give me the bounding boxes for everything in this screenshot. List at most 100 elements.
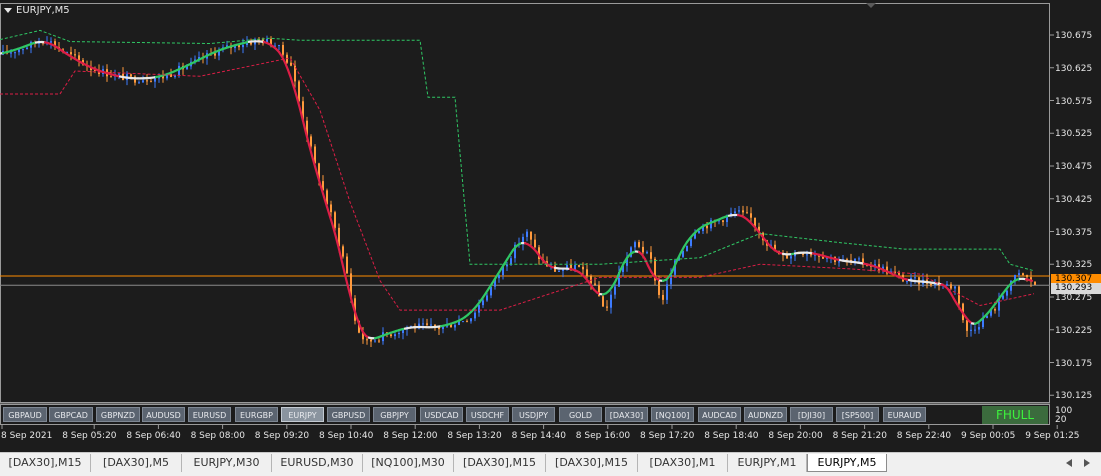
symbol-button-gbpjpy[interactable]: GBPJPY [373, 407, 416, 422]
price-chart[interactable] [0, 0, 1101, 452]
candle-body [342, 246, 344, 256]
time-axis-label: 8 Sep 08:00 [191, 431, 245, 441]
candle-body [838, 261, 840, 262]
upper-band-line [0, 30, 1034, 270]
candle-body [614, 286, 616, 294]
candle-body [846, 259, 848, 260]
moving-average-segment [327, 207, 330, 217]
chart-tab[interactable]: [DAX30],M5 [91, 454, 182, 472]
time-axis-label: 9 Sep 01:25 [1025, 431, 1079, 441]
candle-body [1034, 282, 1036, 285]
fhull-indicator: FHULL [982, 406, 1048, 424]
moving-average-segment [333, 226, 336, 237]
candle-body [334, 212, 336, 228]
symbol-button-eurjpy[interactable]: EURJPY [281, 407, 324, 422]
candle-body [786, 255, 788, 259]
candle-body [790, 256, 792, 258]
chart-tab[interactable]: EURJPY,M1 [728, 454, 807, 472]
symbol-button-bar: GBPAUDGBPCADGBPNZDAUDUSDEURUSD EURGBPEURJ… [0, 405, 1049, 424]
symbol-button-usdjpy[interactable]: USDJPY [512, 407, 555, 422]
symbol-button-usdchf[interactable]: USDCHF [466, 407, 509, 422]
chart-tab[interactable]: EURJPY,M30 [182, 454, 272, 472]
symbol-button-audnzd[interactable]: AUDNZD [744, 407, 787, 422]
time-axis-label: 8 Sep 06:40 [126, 431, 180, 441]
chart-tab[interactable]: [DAX30],M1 [638, 454, 728, 472]
time-axis-label: 8 Sep 09:20 [255, 431, 309, 441]
chart-tab[interactable]: [NQ100],M30 [363, 454, 454, 472]
chart-menu-arrow-icon[interactable] [4, 8, 12, 13]
candle-body [142, 80, 144, 82]
symbol-button-gbpusd[interactable]: GBPUSD [327, 407, 370, 422]
symbol-button-audcad[interactable]: AUDCAD [698, 407, 741, 422]
symbol-button-sp500[interactable]: [SP500] [836, 407, 879, 422]
price-axis-label: 130.275 [1055, 293, 1092, 303]
chart-tab[interactable]: EURUSD,M30 [272, 454, 363, 472]
candle-body [242, 45, 244, 47]
candle-body [510, 258, 512, 264]
candle-body [1002, 296, 1004, 299]
time-axis-label: 8 Sep 12:00 [383, 431, 437, 441]
moving-average-segment [342, 262, 345, 275]
candle-body [966, 320, 968, 331]
chart-window[interactable]: EURJPY,M5 130.675130.625130.575130.52513… [0, 0, 1101, 452]
candle-body [810, 254, 812, 255]
tab-scroll-left-icon[interactable] [1066, 459, 1072, 467]
symbol-button-gbpcad[interactable]: GBPCAD [49, 407, 93, 422]
candle-body [330, 204, 332, 212]
candle-body [690, 239, 692, 246]
candle-body [534, 240, 536, 248]
moving-average-segment [339, 249, 342, 262]
chart-tab[interactable]: EURJPY,M5 [807, 454, 887, 472]
candle-body [366, 339, 368, 340]
candle-body [950, 284, 952, 288]
symbol-button-eurgbp[interactable]: EURGBP [235, 407, 278, 422]
candle-body [706, 226, 708, 229]
chart-tab[interactable]: [DAX30],M15 [0, 454, 91, 472]
symbol-button-dji30[interactable]: [DJI30] [790, 407, 833, 422]
candle-body [578, 265, 580, 267]
candle-body [854, 259, 856, 261]
price-axis-label: 130.125 [1055, 391, 1092, 401]
symbol-button-gold[interactable]: GOLD [559, 407, 602, 422]
candle-body [214, 53, 216, 55]
price-axis-label: 130.225 [1055, 326, 1092, 336]
time-axis-label: 8 Sep 17:20 [640, 431, 694, 441]
price-axis-label: 130.675 [1055, 31, 1092, 41]
candle-body [806, 254, 808, 255]
candle-body [738, 210, 740, 211]
candle-body [526, 232, 528, 237]
price-axis-label: 130.425 [1055, 195, 1092, 205]
moving-average-segment [288, 70, 291, 78]
symbol-button-eurusd[interactable]: EURUSD [188, 407, 231, 422]
moving-average-segment [303, 121, 306, 133]
candle-body [422, 323, 424, 324]
candle-body [478, 305, 480, 312]
candle-body [426, 323, 428, 324]
candle-body [662, 295, 664, 300]
candle-body [1022, 273, 1024, 275]
symbol-button-gbpnzd[interactable]: GBPNZD [96, 407, 140, 422]
candle-body [454, 325, 456, 328]
sub-window-scale-min: 20 [1055, 415, 1066, 425]
symbol-button-usdcad[interactable]: USDCAD [420, 407, 463, 422]
symbol-button-gbpaud[interactable]: GBPAUD [3, 407, 47, 422]
tab-scroll-right-icon[interactable] [1084, 459, 1090, 467]
chart-tab[interactable]: [DAX30],M15 [454, 454, 546, 472]
candle-body [970, 330, 972, 331]
time-axis-label: 8 Sep 13:20 [447, 431, 501, 441]
symbol-button-audusd[interactable]: AUDUSD [142, 407, 185, 422]
symbol-button-dax30[interactable]: [DAX30] [605, 407, 648, 422]
candle-body [1026, 275, 1028, 277]
symbol-button-euraud[interactable]: EURAUD [883, 407, 926, 422]
time-axis-label: 8 Sep 10:40 [319, 431, 373, 441]
chart-tab[interactable]: [DAX30],M15 [546, 454, 638, 472]
time-axis-label: 8 Sep 14:40 [512, 431, 566, 441]
symbol-button-nq100[interactable]: [NQ100] [651, 407, 694, 422]
moving-average-segment [330, 217, 333, 227]
candle-body [742, 210, 744, 212]
candle-body [642, 247, 644, 252]
time-axis-label: 8 Sep 20:00 [768, 431, 822, 441]
candle-body [370, 339, 372, 341]
candle-body [606, 307, 608, 308]
candle-body [1018, 273, 1020, 275]
